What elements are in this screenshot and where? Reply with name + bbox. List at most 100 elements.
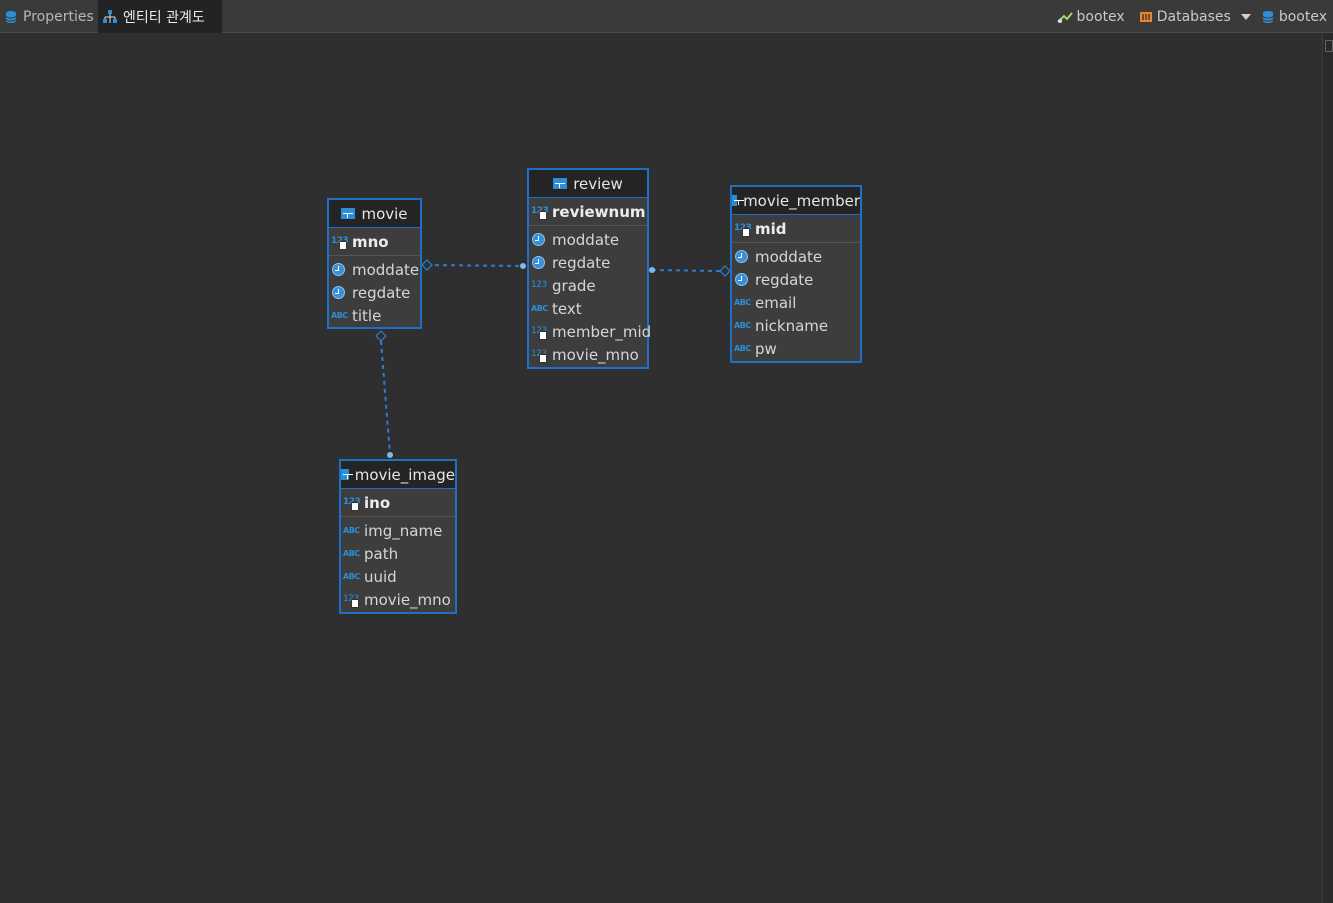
diamond-marker <box>421 259 433 271</box>
column-name: regdate <box>755 270 814 289</box>
entity-title: movie <box>361 204 408 223</box>
tab-properties[interactable]: Properties <box>0 0 98 33</box>
column-name: mid <box>755 219 787 238</box>
column-row[interactable]: ABC email <box>732 291 860 314</box>
primary-key-row[interactable]: 123 mno <box>329 228 420 256</box>
diamond-marker <box>375 330 387 342</box>
relation-movie-image-movie[interactable] <box>375 330 393 458</box>
scrollbar-thumb[interactable] <box>1325 40 1333 52</box>
column-name: text <box>552 299 582 318</box>
datetime-icon <box>331 262 349 278</box>
column-row[interactable]: regdate <box>529 251 647 274</box>
databases-label: Databases <box>1156 8 1231 25</box>
column-row[interactable]: moddate <box>329 258 420 281</box>
column-row[interactable]: 123 grade <box>529 274 647 297</box>
column-name: moddate <box>552 230 620 249</box>
relation-review-movie[interactable] <box>421 259 526 271</box>
column-name: regdate <box>352 283 411 302</box>
er-diagram-icon <box>103 10 117 23</box>
entity-review[interactable]: review 123 reviewnum moddate regdate 123… <box>527 168 651 369</box>
column-row[interactable]: ABC nickname <box>732 314 860 337</box>
column-row[interactable]: 123movie_mno <box>529 343 647 366</box>
column-name: reviewnum <box>552 202 646 221</box>
vertical-scrollbar[interactable] <box>1322 34 1333 903</box>
datetime-icon <box>531 232 549 248</box>
table-icon <box>341 469 353 480</box>
column-row[interactable]: ABC img_name <box>341 519 455 542</box>
entity-header[interactable]: movie <box>329 200 420 228</box>
column-row[interactable]: ABC pw <box>732 337 860 360</box>
column-name: movie_mno <box>552 345 639 364</box>
databases-icon <box>1139 11 1152 22</box>
entity-movie-image[interactable]: movie_image 123 ino ABCimg_name ABCpath … <box>339 459 457 614</box>
column-row[interactable]: ABC path <box>341 542 455 565</box>
column-row[interactable]: ABC uuid <box>341 565 455 588</box>
column-name: regdate <box>552 253 611 272</box>
column-name: title <box>352 306 382 325</box>
table-icon <box>553 178 568 189</box>
diamond-marker <box>719 265 731 277</box>
text-type-icon: ABC <box>734 320 751 330</box>
table-icon <box>732 195 745 206</box>
entity-title: movie_image <box>354 465 455 484</box>
database-icon <box>5 10 17 23</box>
column-row[interactable]: moddate <box>732 245 860 268</box>
relation-review-movie-member[interactable] <box>649 265 731 277</box>
text-type-icon: ABC <box>343 548 360 558</box>
column-row[interactable]: ABC title <box>329 304 420 327</box>
schema-label: bootex <box>1278 8 1327 25</box>
entity-header[interactable]: movie_image <box>341 461 455 489</box>
column-name: email <box>755 293 797 312</box>
primary-key-row[interactable]: 123 reviewnum <box>529 198 647 226</box>
column-name: mno <box>352 232 389 251</box>
tab-er-diagram[interactable]: 엔티티 관계도 <box>98 0 222 33</box>
column-name: movie_mno <box>364 590 451 609</box>
column-name: grade <box>552 276 596 295</box>
text-type-icon: ABC <box>343 571 360 581</box>
entity-movie[interactable]: movie 123 mno moddate regdate ABC title <box>327 198 422 329</box>
chevron-down-icon[interactable] <box>1240 13 1251 20</box>
column-row[interactable]: regdate <box>329 281 420 304</box>
column-row[interactable]: 123movie_mno <box>341 588 455 611</box>
column-row[interactable]: 123member_mid <box>529 320 651 343</box>
dot-marker <box>520 263 526 269</box>
entity-movie-member[interactable]: movie_member 123 mid moddate regdate ABC… <box>730 185 862 363</box>
entity-header[interactable]: review <box>529 170 647 198</box>
key-number-icon: 123 <box>734 221 752 237</box>
datetime-icon <box>734 249 752 265</box>
text-type-icon: ABC <box>734 343 751 353</box>
foreign-key-icon: 123 <box>531 324 549 340</box>
datetime-icon <box>531 255 549 271</box>
column-name: pw <box>755 339 777 358</box>
text-type-icon: ABC <box>343 525 360 535</box>
primary-key-row[interactable]: 123 ino <box>341 489 455 517</box>
editor-tab-bar: Properties 엔티티 관계도 bootex Databases boot… <box>0 0 1333 33</box>
text-type-icon: ABC <box>331 310 348 320</box>
connection-selector[interactable]: bootex <box>1056 8 1125 25</box>
foreign-key-icon: 123 <box>343 592 361 608</box>
schema-selector[interactable]: bootex <box>1240 8 1327 25</box>
column-name: path <box>364 544 399 563</box>
dot-marker <box>649 267 655 273</box>
text-type-icon: ABC <box>531 303 548 313</box>
relationship-layer <box>375 259 731 458</box>
primary-key-row[interactable]: 123 mid <box>732 215 860 243</box>
column-name: ino <box>364 493 391 512</box>
column-name: nickname <box>755 316 829 335</box>
key-number-icon: 123 <box>343 495 361 511</box>
entity-header[interactable]: movie_member <box>732 187 860 215</box>
column-row[interactable]: moddate <box>529 228 647 251</box>
table-icon <box>341 208 356 219</box>
connection-icon <box>1056 11 1073 23</box>
dot-marker <box>387 452 393 458</box>
text-type-icon: ABC <box>734 297 751 307</box>
key-number-icon: 123 <box>531 204 549 220</box>
databases-selector[interactable]: Databases <box>1139 9 1231 25</box>
column-row[interactable]: regdate <box>732 268 860 291</box>
connection-label: bootex <box>1076 8 1125 25</box>
column-row[interactable]: ABC text <box>529 297 647 320</box>
foreign-key-icon: 123 <box>531 347 549 363</box>
entity-title: review <box>573 174 623 193</box>
database-icon <box>1262 10 1274 23</box>
tab-label: 엔티티 관계도 <box>123 9 205 26</box>
